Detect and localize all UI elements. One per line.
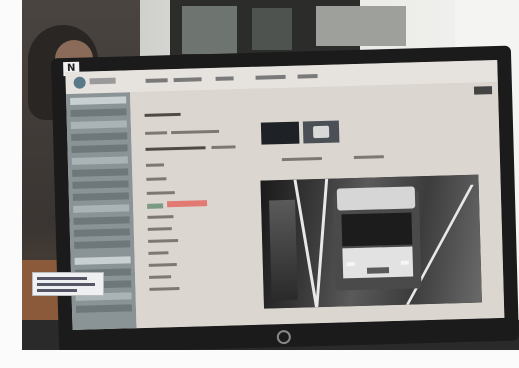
logo-icon [73,76,86,89]
sidebar-item[interactable] [70,96,127,105]
text-line [145,131,168,135]
camera-thumbnail[interactable] [260,121,300,145]
nav-link[interactable] [215,76,234,81]
corner-button[interactable] [473,86,493,95]
text-line [146,191,175,195]
sidebar-item[interactable] [70,120,127,129]
text-line [145,146,206,151]
camera-image [260,174,482,309]
sidebar-item[interactable] [72,168,129,177]
text-line [171,129,220,135]
sidebar-item[interactable] [72,180,129,189]
status-bar [147,203,164,209]
text-line [147,227,172,231]
app-logo-text [89,77,116,85]
monitor-screen [65,60,505,330]
app-main [129,82,505,329]
text-line [148,239,179,243]
text-line [149,275,172,279]
text-line [147,215,174,219]
sidebar-item[interactable] [71,156,128,165]
sidebar-item[interactable] [71,132,128,141]
photo-border [0,350,519,368]
sidebar-item[interactable] [70,108,127,117]
sidebar-item[interactable] [73,216,130,225]
bezel-sticker [32,272,104,296]
sidebar-item[interactable] [75,304,133,313]
photo-border [0,0,22,368]
camera-thumbnail[interactable] [302,120,340,144]
nav-link[interactable] [297,74,318,79]
nav-link[interactable] [173,77,202,83]
text-line [148,251,169,255]
text-line [144,112,181,117]
sidebar-item[interactable] [74,240,131,249]
text-line [146,177,167,181]
text-line [353,155,384,160]
text-line [149,286,180,291]
nav-link[interactable] [255,74,286,80]
text-line [281,156,322,162]
sidebar-item[interactable] [72,192,129,201]
sidebar-item[interactable] [74,256,131,265]
text-line [148,263,177,267]
window-pane [252,8,292,50]
sidebar-item[interactable] [73,228,130,237]
window-pane [316,6,406,46]
nav-link[interactable] [145,78,168,83]
sidebar-item[interactable] [71,144,128,153]
sidebar-item[interactable] [73,204,130,213]
monitor: N [50,45,519,354]
text-line [211,145,236,150]
text-line [145,163,165,167]
window-pane [182,6,237,54]
photo-scene: N [0,0,519,368]
power-icon [276,329,292,345]
accent-bar[interactable] [167,200,208,208]
